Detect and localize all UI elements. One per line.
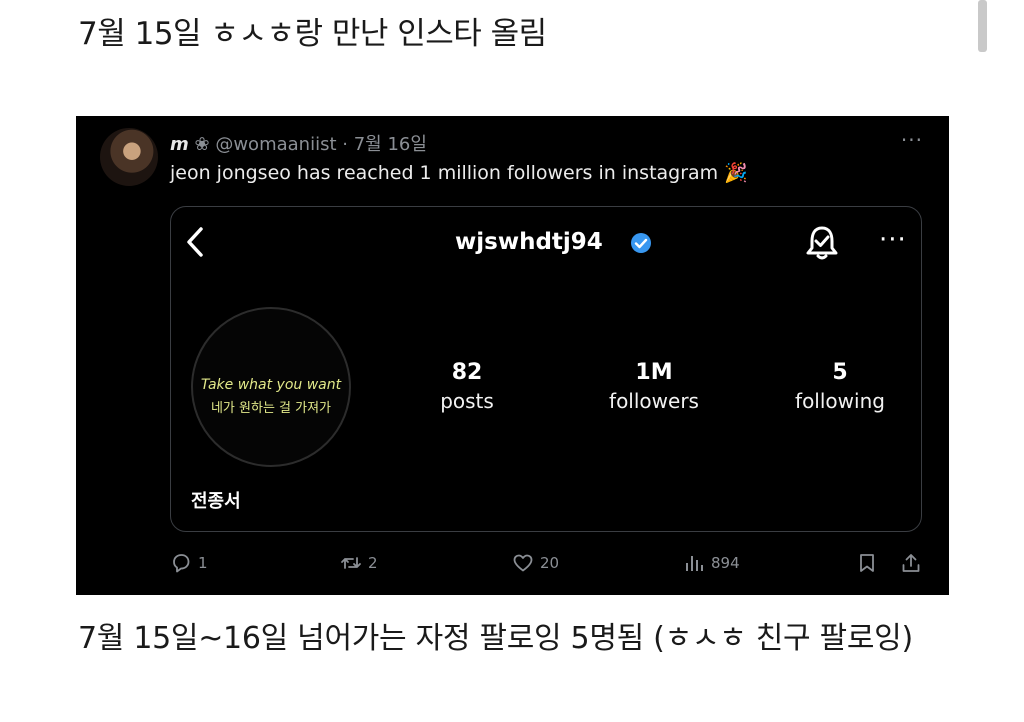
stat-following[interactable]: 5 following	[760, 360, 920, 413]
tweet-header: m ❀ @womaaniist · 7월 16일	[170, 130, 427, 156]
stat-label: following	[795, 389, 885, 413]
tweet-screenshot: m ❀ @womaaniist · 7월 16일 ··· jeon jongse…	[76, 116, 949, 595]
retweet-icon	[341, 557, 361, 569]
views-button[interactable]: 894	[683, 552, 740, 574]
stat-value: 82	[451, 360, 483, 385]
tweet-actions: 1 2 20 894	[76, 552, 949, 582]
profile-picture[interactable]: Take what you want 네가 원하는 걸 가져가	[191, 307, 351, 467]
retweet-button[interactable]: 2	[340, 552, 378, 574]
instagram-username: wjswhdtj94	[455, 229, 603, 255]
stat-posts[interactable]: 82 posts	[387, 360, 547, 413]
like-button[interactable]: 20	[512, 552, 559, 574]
stat-label: posts	[440, 389, 494, 413]
scrollbar[interactable]	[978, 0, 987, 52]
separator: ·	[342, 134, 348, 155]
more-options-icon[interactable]: ···	[901, 128, 923, 152]
reply-count: 1	[198, 554, 208, 572]
reply-button[interactable]: 1	[170, 552, 208, 574]
share-icon	[902, 554, 920, 572]
tweet-text: jeon jongseo has reached 1 million follo…	[170, 162, 748, 184]
display-name[interactable]: m	[170, 134, 189, 155]
stat-label: followers	[609, 389, 699, 413]
like-count: 20	[540, 554, 560, 572]
stat-value: 1M	[635, 360, 673, 385]
stat-followers[interactable]: 1M followers	[574, 360, 734, 413]
profile-picture-text-ko: 네가 원하는 걸 가져가	[210, 401, 332, 416]
tweet-date[interactable]: 7월 16일	[354, 134, 427, 155]
heart-icon	[513, 554, 533, 572]
back-arrow-icon[interactable]	[181, 225, 209, 259]
stat-value: 5	[832, 360, 848, 385]
bookmark-icon	[860, 554, 874, 572]
share-button[interactable]	[900, 552, 922, 574]
post-caption: 7월 15일~16일 넘어가는 자정 팔로잉 5명됨 (ㅎㅅㅎ 친구 팔로잉)	[78, 621, 913, 656]
retweet-count: 2	[368, 554, 378, 572]
notification-bell-icon[interactable]	[802, 223, 842, 263]
avatar[interactable]	[100, 128, 158, 186]
profile-picture-text-en: Take what you want	[200, 377, 342, 393]
post-heading: 7월 15일 ㅎㅅㅎ랑 만난 인스타 올림	[78, 16, 547, 52]
view-count: 894	[711, 554, 740, 572]
reply-icon	[173, 554, 190, 573]
bookmark-button[interactable]	[856, 552, 878, 574]
verified-badge-icon	[631, 233, 651, 253]
flower-emoji-icon: ❀	[194, 134, 210, 155]
views-icon	[686, 556, 703, 571]
profile-name: 전종서	[191, 491, 241, 512]
handle[interactable]: @womaaniist	[215, 134, 336, 155]
instagram-profile-card[interactable]: wjswhdtj94 ··· Take what you want 네가 원하는…	[170, 206, 922, 532]
instagram-more-icon[interactable]: ···	[879, 225, 907, 255]
